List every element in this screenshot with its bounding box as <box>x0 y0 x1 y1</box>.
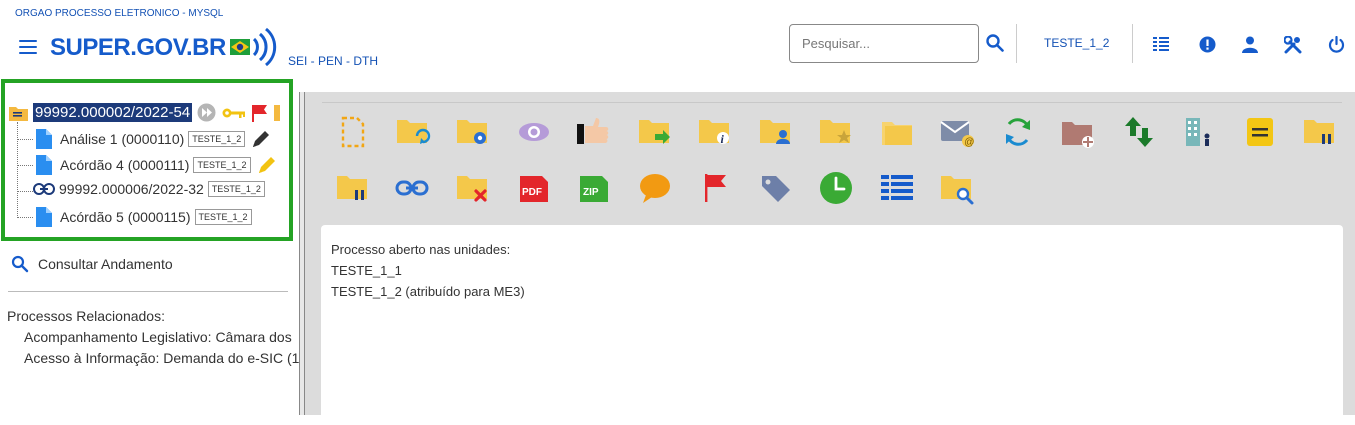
separator <box>1132 24 1133 63</box>
tag-icon[interactable] <box>758 170 794 206</box>
key-icon[interactable] <box>222 106 246 120</box>
zip-icon[interactable]: ZIP <box>576 170 612 206</box>
tree-item-label[interactable]: Análise 1 (0000110) <box>60 131 184 147</box>
list-control-icon[interactable] <box>1153 36 1169 52</box>
menu-icon[interactable] <box>19 40 37 56</box>
unit-tag: TESTE_1_2 <box>194 209 252 225</box>
pen-icon[interactable] <box>257 155 277 175</box>
main-panel: i @ PDF ZIP Processo aberto nas unidades: T… <box>305 92 1355 425</box>
blind-sign-icon[interactable] <box>576 114 612 150</box>
unit-selector[interactable]: TESTE_1_2 <box>1044 36 1109 50</box>
logo[interactable]: SUPER.GOV.BR <box>50 27 280 67</box>
unit-tag: TESTE_1_2 <box>188 131 246 147</box>
suspend-icon[interactable] <box>335 170 371 206</box>
flag-icon[interactable] <box>697 170 733 206</box>
unit-tag: TESTE_1_2 <box>207 181 265 197</box>
gov-flag-icon <box>229 27 276 67</box>
separator <box>1016 24 1017 63</box>
svg-text:PDF: PDF <box>522 187 542 198</box>
tree-item-label[interactable]: 99992.000006/2022-32 <box>59 181 204 197</box>
process-settings-icon[interactable] <box>455 114 491 150</box>
send-email-icon[interactable] <box>1000 114 1036 150</box>
tree-item[interactable]: 99992.000006/2022-32 TESTE_1_2 <box>33 181 265 197</box>
list-icon[interactable] <box>879 170 915 206</box>
add-document-icon[interactable] <box>1121 114 1157 150</box>
link-icon <box>33 183 55 195</box>
org-name: ORGAO PROCESSO ELETRONICO - MYSQL <box>15 8 224 19</box>
logo-text: SUPER.GOV.BR <box>50 34 226 61</box>
content-line: TESTE_1_1 <box>331 263 402 278</box>
svg-text:ZIP: ZIP <box>583 187 599 198</box>
reopen-icon[interactable]: i <box>697 114 733 150</box>
content-panel: Processo aberto nas unidades: TESTE_1_1 … <box>321 225 1343 425</box>
assign-user-icon[interactable] <box>818 114 854 150</box>
send-process-icon[interactable] <box>395 114 431 150</box>
consult-label[interactable]: Consultar Andamento <box>38 256 173 272</box>
main-process-number[interactable]: 99992.000002/2022-54 <box>33 103 193 122</box>
favorite-icon[interactable] <box>879 114 915 150</box>
left-panel: 99992.000002/2022-54 Análise 1 (0000110)… <box>0 79 300 415</box>
related-item[interactable]: Acesso à Informação: Demanda do e-SIC (1 <box>24 350 300 366</box>
open-folder-icon <box>9 106 28 121</box>
document-icon <box>36 155 52 175</box>
tree-item-label[interactable]: Acórdão 4 (0000111) <box>60 157 189 173</box>
alert-icon[interactable] <box>1199 36 1216 53</box>
divider <box>8 291 288 292</box>
tree-item[interactable]: Análise 1 (0000110) TESTE_1_2 <box>36 129 271 149</box>
view-icon[interactable] <box>516 114 552 150</box>
refresh-icon[interactable] <box>1060 114 1096 150</box>
tree-main-process[interactable]: 99992.000002/2022-54 <box>8 103 281 122</box>
note-icon[interactable] <box>274 104 281 121</box>
search-icon <box>11 255 29 273</box>
user-icon[interactable] <box>1242 36 1258 53</box>
tree-item[interactable]: Acórdão 4 (0000111) TESTE_1_2 <box>36 155 277 175</box>
unit-tag: TESTE_1_2 <box>193 157 251 173</box>
note-icon[interactable] <box>1302 114 1338 150</box>
new-document-icon[interactable] <box>335 114 371 150</box>
document-icon <box>36 207 52 227</box>
consult-progress-link[interactable]: Consultar Andamento <box>11 255 173 273</box>
folders-icon[interactable]: @ <box>939 114 975 150</box>
toolbar-divider <box>322 102 1342 103</box>
related-title: Processos Relacionados: <box>7 308 165 324</box>
organization-icon[interactable] <box>1242 114 1278 150</box>
link-icon[interactable] <box>395 170 431 206</box>
tree-item[interactable]: Acórdão 5 (0000115) TESTE_1_2 <box>36 207 252 227</box>
clock-icon[interactable] <box>818 170 854 206</box>
related-item[interactable]: Acompanhamento Legislativo: Câmara dos <box>24 329 300 345</box>
cancel-process-icon[interactable] <box>455 170 491 206</box>
info-icon[interactable] <box>758 114 794 150</box>
search-process-icon[interactable] <box>939 170 975 206</box>
tools-icon[interactable] <box>1284 36 1302 54</box>
signature-pen-icon[interactable] <box>251 129 271 149</box>
flag-icon[interactable] <box>251 104 269 122</box>
forward-icon[interactable] <box>197 103 216 122</box>
subtitle: SEI - PEN - DTH <box>288 54 379 68</box>
search-input[interactable] <box>789 24 979 63</box>
svg-text:@: @ <box>964 137 974 148</box>
relationship-icon[interactable] <box>1181 114 1217 150</box>
conclude-icon[interactable] <box>637 114 673 150</box>
power-icon[interactable] <box>1328 36 1345 53</box>
content-line: Processo aberto nas unidades: <box>331 242 511 257</box>
search-icon[interactable] <box>986 34 1004 52</box>
content-line: TESTE_1_2 (atribuído para ME3) <box>331 284 525 299</box>
tree-item-label[interactable]: Acórdão 5 (0000115) <box>60 209 191 225</box>
comment-icon[interactable] <box>637 170 673 206</box>
document-icon <box>36 129 52 149</box>
pdf-icon[interactable]: PDF <box>516 170 552 206</box>
